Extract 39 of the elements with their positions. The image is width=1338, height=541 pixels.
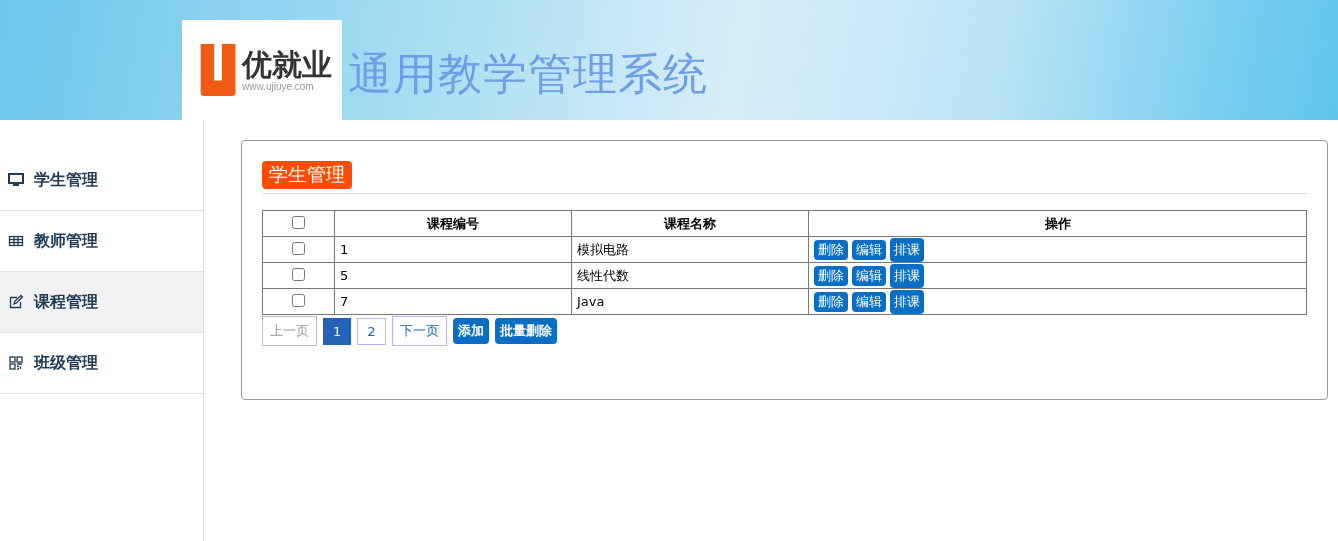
column-header: 操作 bbox=[808, 210, 1307, 237]
table-cell: 5 bbox=[334, 262, 572, 289]
action-button[interactable]: 编辑 bbox=[852, 239, 886, 260]
table-cell: 模拟电路 bbox=[571, 236, 809, 263]
next-page-button[interactable]: 下一页 bbox=[391, 316, 447, 346]
column-header: 课程编号 bbox=[334, 210, 572, 237]
sidebar-item[interactable]: 课程管理 bbox=[0, 272, 203, 333]
action-button[interactable]: 排课 bbox=[890, 263, 924, 288]
monitor-icon bbox=[8, 172, 24, 188]
row-checkbox[interactable] bbox=[292, 241, 305, 255]
action-button[interactable]: 编辑 bbox=[852, 291, 886, 312]
logo-url: www.ujiuye.com bbox=[242, 81, 315, 92]
edit-icon bbox=[8, 294, 24, 310]
system-title: 通用教学管理系统 bbox=[348, 47, 708, 101]
table-cell: 1 bbox=[334, 236, 572, 263]
action-button[interactable]: 编辑 bbox=[852, 265, 886, 286]
table-icon bbox=[8, 233, 24, 249]
row-checkbox[interactable] bbox=[292, 293, 305, 307]
action-button[interactable]: 删除 bbox=[814, 239, 848, 260]
select-all-checkbox[interactable] bbox=[292, 215, 305, 229]
page-number-button[interactable]: 1 bbox=[323, 317, 352, 345]
u-logo-icon bbox=[198, 42, 238, 98]
action-button[interactable]: 删除 bbox=[814, 265, 848, 286]
action-button[interactable]: 排课 bbox=[890, 289, 924, 314]
sidebar-item[interactable]: 学生管理 bbox=[0, 150, 203, 211]
action-button[interactable]: 删除 bbox=[814, 291, 848, 312]
toolbar-button[interactable]: 添加 bbox=[452, 318, 489, 344]
logo-name: 优就业 bbox=[242, 48, 332, 81]
table-cell: Java bbox=[571, 288, 809, 315]
row-checkbox[interactable] bbox=[292, 267, 305, 281]
table-cell: 线性代数 bbox=[571, 262, 809, 289]
column-header: 课程名称 bbox=[571, 210, 809, 237]
sidebar-item[interactable]: 班级管理 bbox=[0, 333, 203, 394]
qr-code-icon bbox=[8, 355, 24, 371]
action-button[interactable]: 排课 bbox=[890, 237, 924, 262]
table-cell: 7 bbox=[334, 288, 572, 315]
section-title: 学生管理 bbox=[262, 161, 352, 189]
page-number-button[interactable]: 2 bbox=[357, 317, 386, 345]
toolbar-button[interactable]: 批量删除 bbox=[494, 318, 557, 344]
